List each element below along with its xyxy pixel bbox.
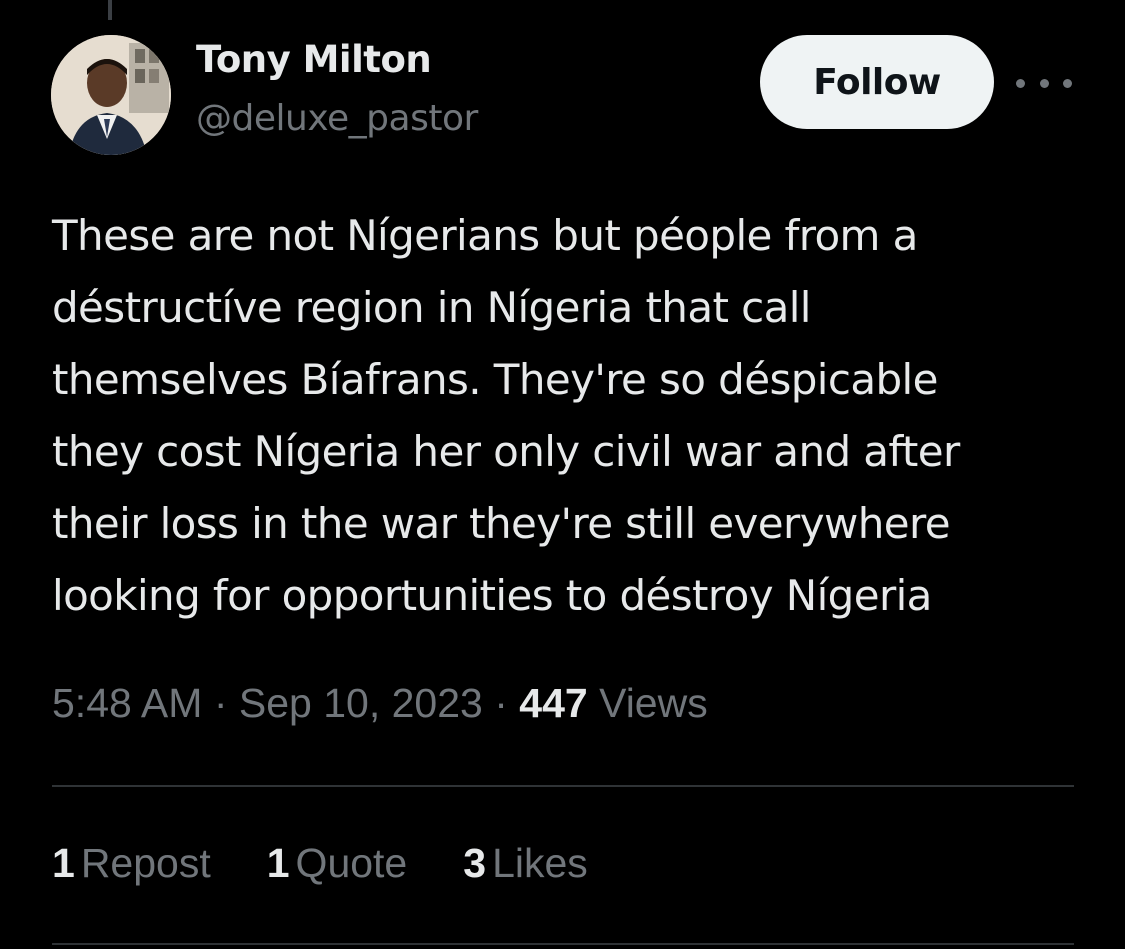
meta-separator: · (482, 680, 520, 726)
tweet-line: their loss in the war they're still ever… (52, 499, 951, 548)
likes-count: 3 (463, 840, 487, 886)
views-label: Views (599, 680, 708, 726)
avatar-photo (51, 35, 171, 155)
avatar[interactable] (51, 35, 171, 155)
reposts-label: Repost (80, 840, 211, 886)
divider (52, 943, 1074, 945)
follow-button[interactable]: Follow (760, 35, 994, 129)
thread-connector-line (108, 0, 112, 20)
tweet-line: looking for opportunities to déstroy Níg… (52, 571, 932, 620)
engagement-stats: 1 Repost 1 Quote 3 Likes (52, 840, 644, 887)
tweet-line: These are not Nígerians but péople from … (52, 211, 918, 260)
likes-label: Likes (492, 840, 588, 886)
more-horizontal-icon (1039, 78, 1049, 88)
tweet-line: themselves Bíafrans. They're so déspicab… (52, 355, 938, 404)
author-name[interactable]: Tony Milton (196, 38, 432, 81)
tweet-line: déstructíve region in Nígeria that call (52, 283, 811, 332)
more-horizontal-icon (1016, 78, 1025, 88)
tweet-date[interactable]: Sep 10, 2023 (239, 680, 483, 726)
more-horizontal-icon (1063, 78, 1072, 88)
likes-stat[interactable]: 3 Likes (463, 840, 588, 887)
tweet-body: These are not Nígerians but péople from … (52, 200, 1102, 632)
reposts-count: 1 (52, 840, 75, 886)
views-count: 447 (519, 680, 588, 726)
tweet-line: they cost Nígeria her only civil war and… (52, 427, 960, 476)
reposts-stat[interactable]: 1 Repost (52, 840, 211, 887)
tweet-time[interactable]: 5:48 AM (52, 680, 202, 726)
divider (52, 785, 1074, 787)
tweet-metadata: 5:48 AM · Sep 10, 2023 · 447 Views (52, 680, 708, 727)
more-options-button[interactable] (1016, 66, 1072, 100)
quotes-stat[interactable]: 1 Quote (267, 840, 408, 887)
quotes-label: Quote (295, 840, 408, 886)
meta-separator: · (202, 680, 239, 726)
quotes-count: 1 (266, 840, 290, 886)
author-handle[interactable]: @deluxe_pastor (196, 98, 478, 139)
